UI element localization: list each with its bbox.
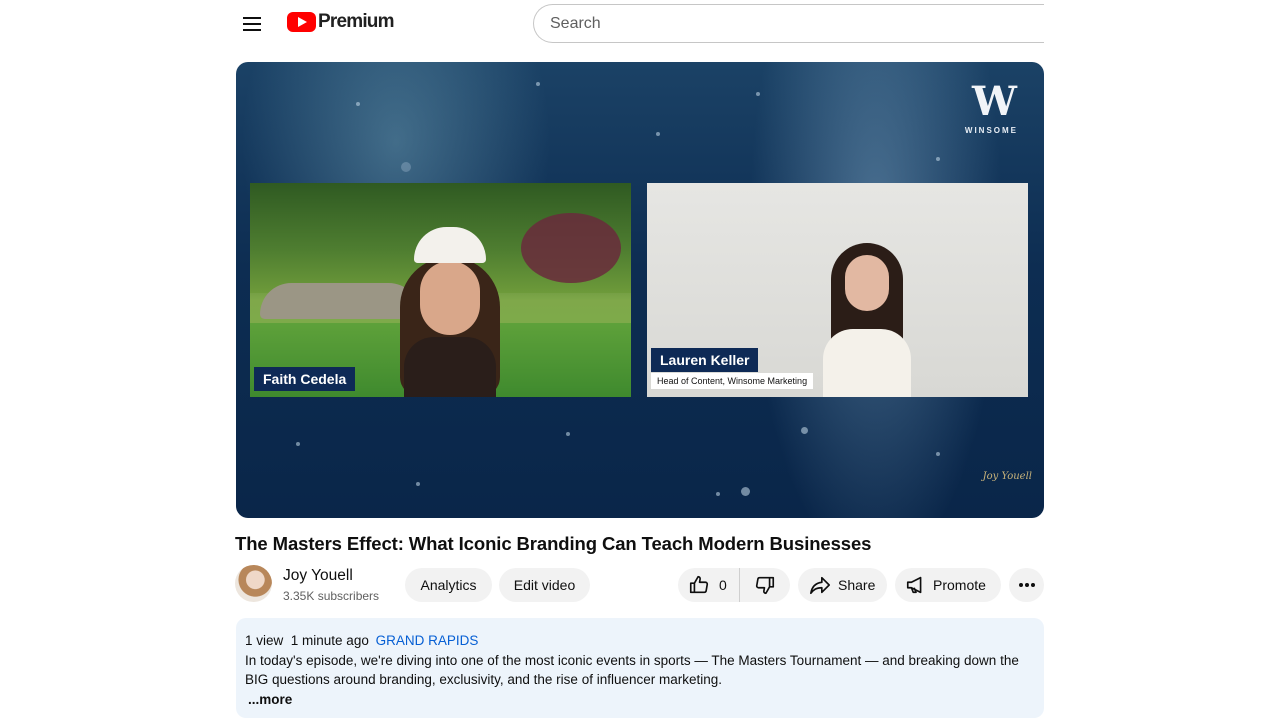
snow-dot [936, 452, 940, 456]
guest-portrait-left [390, 227, 510, 397]
youtube-logo-icon [287, 12, 316, 32]
guest-name-tag: Faith Cedela [254, 367, 356, 391]
snow-dot [936, 157, 940, 161]
like-dislike-group: 0 [678, 568, 790, 602]
face [845, 255, 889, 311]
snow-dot [801, 427, 808, 434]
menu-button[interactable] [236, 8, 268, 40]
more-actions-button[interactable] [1009, 568, 1044, 602]
cap [414, 227, 486, 263]
snow-dot [741, 487, 750, 496]
more-link[interactable]: ...more [248, 690, 1035, 710]
body [823, 329, 911, 397]
snow-dot [756, 92, 760, 96]
share-icon [808, 574, 832, 596]
more-icon [1030, 583, 1035, 587]
signature: Joy Youell [982, 471, 1032, 482]
dislike-icon [754, 574, 776, 596]
logo-text: Premium [318, 11, 395, 32]
description-meta: 1 view 1 minute ago GRAND RAPIDS [245, 631, 1035, 651]
share-label: Share [838, 577, 876, 593]
winsome-wordmark: WINSOME [964, 126, 1018, 135]
guest-tile-left: Faith Cedela [250, 183, 631, 397]
youtube-premium-logo[interactable]: Premium [287, 11, 395, 33]
guest-portrait-right [817, 243, 917, 397]
face [420, 261, 480, 335]
menu-icon-bar [243, 29, 261, 31]
more-icon [1018, 583, 1023, 587]
channel-name[interactable]: Joy Youell [283, 567, 353, 585]
analytics-button[interactable]: Analytics [405, 568, 492, 602]
snow-dot [566, 432, 570, 436]
snow-dot [416, 482, 420, 486]
upload-time: 1 minute ago [290, 633, 369, 648]
like-button[interactable]: 0 [678, 568, 740, 602]
channel-avatar[interactable] [235, 565, 272, 602]
winsome-mark: W [971, 78, 1017, 125]
subscriber-count: 3.35K subscribers [283, 589, 380, 603]
more-icon [1024, 583, 1029, 587]
dislike-button[interactable] [740, 568, 790, 602]
guest-name-tag: Lauren Keller [651, 348, 759, 372]
snow-dot [356, 102, 360, 106]
search-input[interactable] [550, 14, 1044, 33]
azalea-bush [521, 213, 621, 283]
promote-label: Promote [933, 577, 986, 593]
snow-dot [536, 82, 540, 86]
like-icon [688, 574, 710, 596]
snow-dot [656, 132, 660, 136]
winsome-logo: W WINSOME [964, 78, 1018, 136]
menu-icon-bar [243, 23, 261, 25]
description-box[interactable]: 1 view 1 minute ago GRAND RAPIDS In toda… [236, 618, 1044, 718]
share-button[interactable]: Share [798, 568, 887, 602]
edit-video-button[interactable]: Edit video [499, 568, 590, 602]
promote-button[interactable]: Promote [895, 568, 1001, 602]
video-title: The Masters Effect: What Iconic Branding… [235, 533, 872, 554]
menu-icon-bar [243, 17, 261, 19]
guest-tile-right: Lauren Keller Head of Content, Winsome M… [647, 183, 1028, 397]
promote-icon [905, 574, 927, 596]
search-box[interactable] [533, 4, 1044, 43]
description-text: In today's episode, we're diving into on… [245, 652, 1019, 688]
view-count: 1 view [245, 633, 284, 648]
guest-role-tag: Head of Content, Winsome Marketing [651, 373, 814, 389]
like-count: 0 [719, 577, 727, 593]
snow-dot [716, 492, 720, 496]
location-link[interactable]: GRAND RAPIDS [376, 633, 479, 648]
body [404, 337, 496, 397]
snow-dot [296, 442, 300, 446]
snow-dot [401, 162, 411, 172]
video-player[interactable]: W WINSOME Faith Cedela Lauren Keller Hea… [236, 62, 1044, 518]
